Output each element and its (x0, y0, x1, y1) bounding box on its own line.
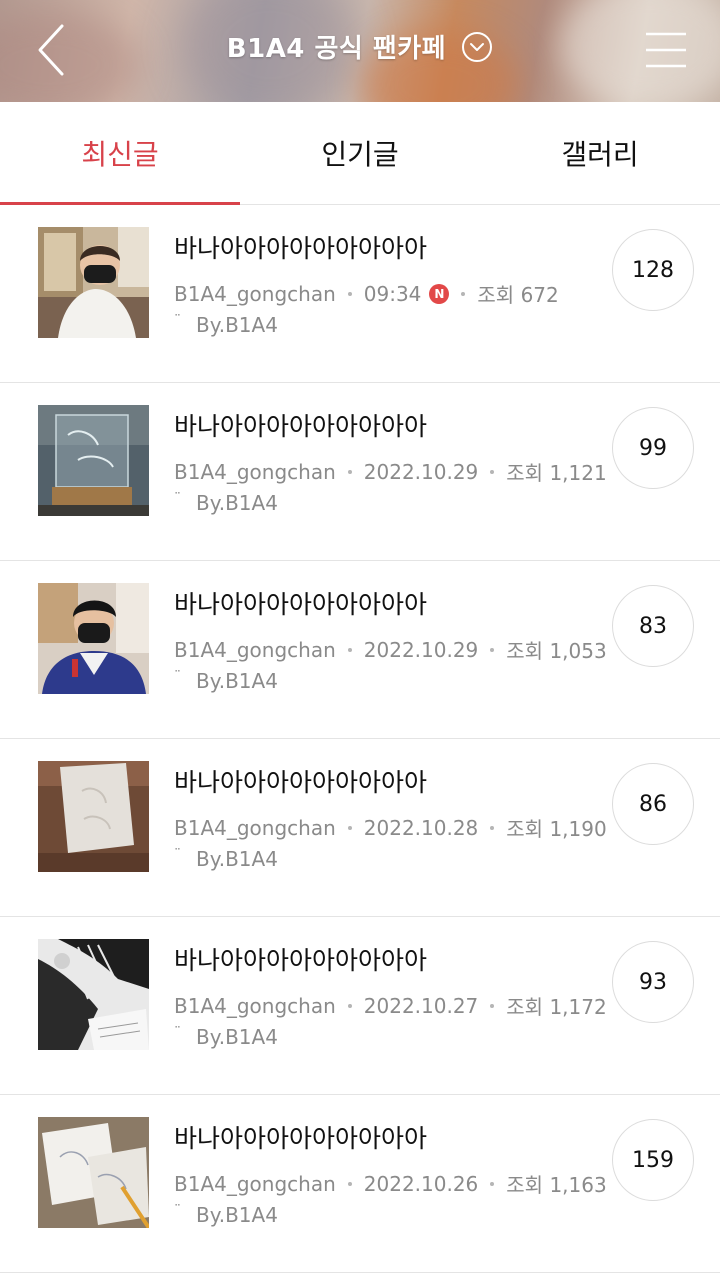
post-thumbnail[interactable] (38, 761, 149, 872)
title-area[interactable]: B1A4 공식 팬카페 (0, 28, 720, 65)
post-date: 2022.10.27 (363, 993, 479, 1018)
post-title[interactable]: 바나아아아아아아아아아 (174, 229, 427, 265)
separator-dot (490, 825, 495, 830)
post-meta: B1A4_gongchan 2022.10.28 조회 1,190 (174, 813, 607, 842)
post-byline: ¨ By.B1A4 (174, 313, 278, 337)
hamburger-menu-icon (646, 32, 686, 68)
comment-count[interactable]: 99 (612, 407, 694, 489)
separator-dot (461, 291, 466, 296)
post-thumbnail[interactable] (38, 583, 149, 694)
post-byline-text: By.B1A4 (196, 491, 278, 515)
comment-count[interactable]: 86 (612, 763, 694, 845)
post-date: 2022.10.26 (363, 1171, 479, 1196)
tab-gallery[interactable]: 갤러리 (480, 102, 720, 204)
separator-dot (347, 469, 352, 474)
tab-latest[interactable]: 최신글 (0, 102, 240, 204)
post-title[interactable]: 바나아아아아아아아아아 (174, 1119, 427, 1155)
comment-count[interactable]: 159 (612, 1119, 694, 1201)
post-item[interactable]: 바나아아아아아아아아아 B1A4_gongchan 09:34 N 조회 672… (0, 205, 720, 383)
post-byline: ¨ By.B1A4 (174, 1203, 278, 1227)
post-item[interactable]: 바나아아아아아아아아아 B1A4_gongchan 2022.10.29 조회 … (0, 383, 720, 561)
quote-icon: ¨ (174, 1203, 182, 1219)
post-byline: ¨ By.B1A4 (174, 1025, 278, 1049)
comment-count[interactable]: 83 (612, 585, 694, 667)
post-thumbnail[interactable] (38, 1117, 149, 1228)
separator-dot (347, 1003, 352, 1008)
post-byline-text: By.B1A4 (196, 313, 278, 337)
tab-popular[interactable]: 인기글 (240, 102, 480, 204)
post-author: B1A4_gongchan (174, 637, 336, 662)
chevron-down-circle-icon[interactable] (461, 31, 493, 63)
separator-dot (490, 1003, 495, 1008)
separator-dot (490, 647, 495, 652)
post-views: 조회 1,172 (506, 995, 607, 1019)
post-item[interactable]: 바나아아아아아아아아아 B1A4_gongchan 2022.10.26 조회 … (0, 1095, 720, 1273)
post-byline-text: By.B1A4 (196, 847, 278, 871)
separator-dot (490, 469, 495, 474)
post-author: B1A4_gongchan (174, 459, 336, 484)
post-item[interactable]: 바나아아아아아아아아아 B1A4_gongchan 2022.10.28 조회 … (0, 739, 720, 917)
post-views: 조회 672 (477, 283, 559, 307)
post-byline-text: By.B1A4 (196, 1203, 278, 1227)
post-thumbnail[interactable] (38, 405, 149, 516)
menu-button[interactable] (644, 28, 688, 72)
post-date: 09:34 (363, 281, 422, 306)
quote-icon: ¨ (174, 847, 182, 863)
post-meta: B1A4_gongchan 2022.10.29 조회 1,053 (174, 635, 607, 664)
post-meta: B1A4_gongchan 2022.10.29 조회 1,121 (174, 457, 607, 486)
post-title[interactable]: 바나아아아아아아아아아 (174, 585, 427, 621)
quote-icon: ¨ (174, 313, 182, 329)
quote-icon: ¨ (174, 669, 182, 685)
post-views: 조회 1,121 (506, 461, 607, 485)
post-date: 2022.10.29 (363, 637, 479, 662)
post-meta: B1A4_gongchan 2022.10.27 조회 1,172 (174, 991, 607, 1020)
post-author: B1A4_gongchan (174, 281, 336, 306)
post-date: 2022.10.29 (363, 459, 479, 484)
post-meta: B1A4_gongchan 09:34 N 조회 672 (174, 279, 559, 308)
post-thumbnail[interactable] (38, 227, 149, 338)
comment-count[interactable]: 128 (612, 229, 694, 311)
quote-icon: ¨ (174, 1025, 182, 1041)
post-title[interactable]: 바나아아아아아아아아아 (174, 941, 427, 977)
post-item[interactable]: 바나아아아아아아아아아 B1A4_gongchan 2022.10.29 조회 … (0, 561, 720, 739)
new-badge: N (429, 283, 450, 304)
separator-dot (347, 1181, 352, 1186)
post-views: 조회 1,053 (506, 639, 607, 663)
separator-dot (347, 291, 352, 296)
post-date: 2022.10.28 (363, 815, 479, 840)
tab-bar: 최신글 인기글 갤러리 (0, 102, 720, 205)
separator-dot (347, 825, 352, 830)
post-author: B1A4_gongchan (174, 993, 336, 1018)
post-byline-text: By.B1A4 (196, 669, 278, 693)
post-list: 바나아아아아아아아아아 B1A4_gongchan 09:34 N 조회 672… (0, 205, 720, 1273)
post-byline: ¨ By.B1A4 (174, 491, 278, 515)
post-item[interactable]: 바나아아아아아아아아아 B1A4_gongchan 2022.10.27 조회 … (0, 917, 720, 1095)
post-author: B1A4_gongchan (174, 1171, 336, 1196)
comment-count[interactable]: 93 (612, 941, 694, 1023)
post-byline: ¨ By.B1A4 (174, 847, 278, 871)
post-title[interactable]: 바나아아아아아아아아아 (174, 407, 427, 443)
quote-icon: ¨ (174, 491, 182, 507)
post-byline: ¨ By.B1A4 (174, 669, 278, 693)
post-title[interactable]: 바나아아아아아아아아아 (174, 763, 427, 799)
separator-dot (347, 647, 352, 652)
page-title: B1A4 공식 팬카페 (226, 34, 447, 64)
separator-dot (490, 1181, 495, 1186)
post-byline-text: By.B1A4 (196, 1025, 278, 1049)
post-views: 조회 1,163 (506, 1173, 607, 1197)
post-author: B1A4_gongchan (174, 815, 336, 840)
post-views: 조회 1,190 (506, 817, 607, 841)
app-header: B1A4 공식 팬카페 (0, 0, 720, 102)
post-meta: B1A4_gongchan 2022.10.26 조회 1,163 (174, 1169, 607, 1198)
post-thumbnail[interactable] (38, 939, 149, 1050)
